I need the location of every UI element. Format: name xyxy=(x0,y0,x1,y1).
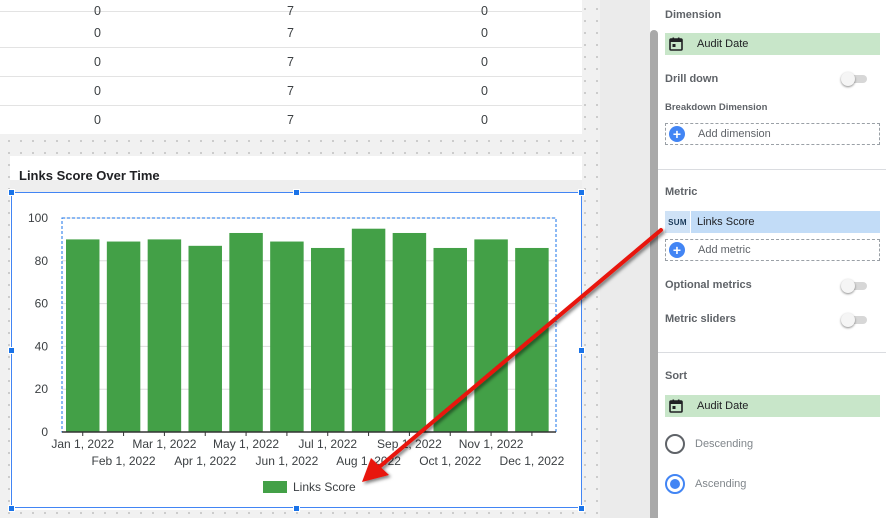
chart-selection-box[interactable] xyxy=(11,192,582,508)
add-metric-label: Add metric xyxy=(698,244,751,256)
resize-handle[interactable] xyxy=(293,189,300,196)
sort-chip[interactable]: Audit Date xyxy=(665,395,880,417)
sort-section-title: Sort xyxy=(665,370,687,382)
properties-panel: Dimension Audit Date Drill down Breakdow… xyxy=(658,0,886,518)
sort-chip-label: Audit Date xyxy=(697,400,749,412)
metric-chip-label: Links Score xyxy=(697,216,755,228)
radio-button[interactable] xyxy=(665,434,685,454)
calendar-icon xyxy=(665,395,687,417)
plus-icon: + xyxy=(669,126,685,142)
canvas-gutter xyxy=(600,0,650,518)
dimension-chip[interactable]: Audit Date xyxy=(665,33,880,55)
breakdown-dimension-label: Breakdown Dimension xyxy=(665,102,768,113)
drill-down-label: Drill down xyxy=(665,73,719,85)
add-dimension-button[interactable]: + Add dimension xyxy=(665,123,880,145)
resize-handle[interactable] xyxy=(8,347,15,354)
descending-label: Descending xyxy=(695,438,754,450)
resize-handle[interactable] xyxy=(578,347,585,354)
calendar-icon xyxy=(665,33,687,55)
optional-metrics-toggle[interactable] xyxy=(841,279,869,293)
optional-metrics-label: Optional metrics xyxy=(665,279,752,291)
resize-handle[interactable] xyxy=(578,189,585,196)
section-divider xyxy=(658,352,886,353)
aggregation-tag[interactable]: SUM xyxy=(665,211,691,233)
dimension-section-title: Dimension xyxy=(665,9,722,21)
metric-sliders-label: Metric sliders xyxy=(665,313,736,325)
resize-handle[interactable] xyxy=(578,505,585,512)
sort-descending-option[interactable]: Descending xyxy=(665,433,753,455)
ascending-label: Ascending xyxy=(695,478,747,490)
resize-handle[interactable] xyxy=(293,505,300,512)
add-dimension-label: Add dimension xyxy=(698,128,771,140)
metric-sliders-toggle[interactable] xyxy=(841,313,869,327)
section-divider xyxy=(658,169,886,170)
resize-handle[interactable] xyxy=(8,189,15,196)
metric-chip[interactable]: SUM Links Score xyxy=(665,211,880,233)
radio-button-checked[interactable] xyxy=(665,474,685,494)
dimension-chip-label: Audit Date xyxy=(697,38,749,50)
drill-down-toggle[interactable] xyxy=(841,72,869,86)
plus-icon: + xyxy=(669,242,685,258)
add-metric-button[interactable]: + Add metric xyxy=(665,239,880,261)
sort-ascending-option[interactable]: Ascending xyxy=(665,473,746,495)
resize-handle[interactable] xyxy=(8,505,15,512)
panel-scrollbar[interactable] xyxy=(650,30,658,518)
metric-section-title: Metric xyxy=(665,186,698,198)
